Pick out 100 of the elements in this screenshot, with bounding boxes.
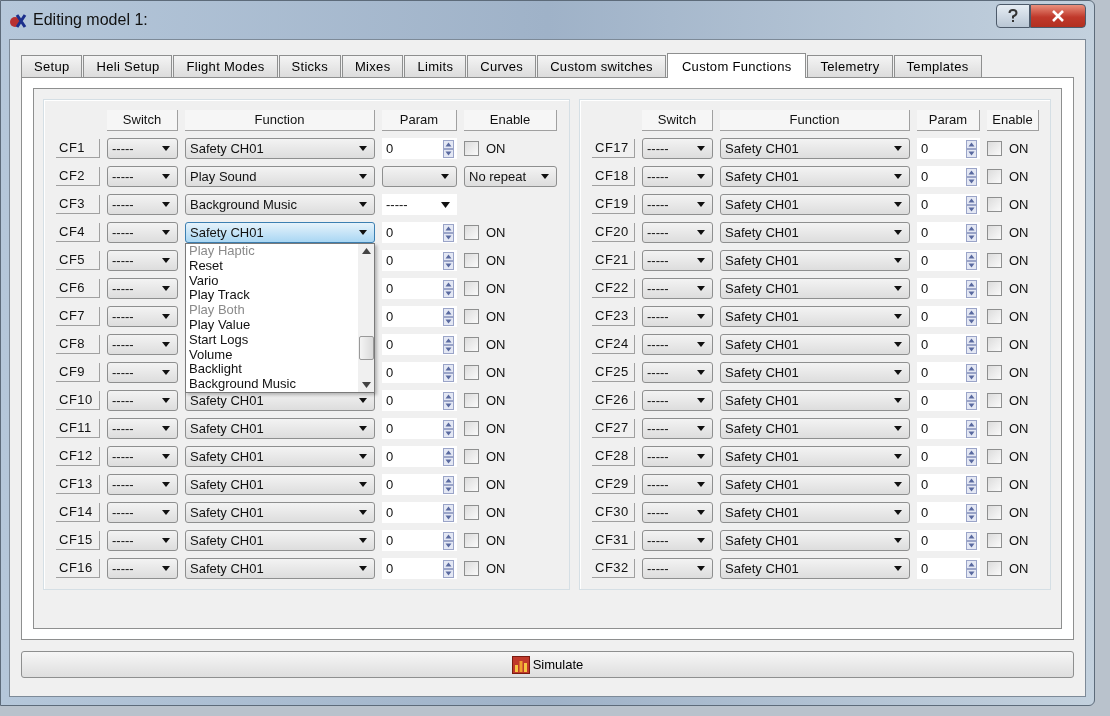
param-spinbox[interactable]: 0 — [917, 390, 980, 411]
scroll-down-icon[interactable] — [361, 381, 371, 388]
switch-dropdown[interactable]: ----- — [642, 306, 713, 327]
dropdown-option[interactable]: Play Value — [189, 318, 355, 333]
scrollbar-thumb[interactable] — [358, 336, 374, 360]
switch-dropdown[interactable]: ----- — [642, 250, 713, 271]
enable-checkbox[interactable] — [987, 197, 1002, 212]
spin-arrows-icon[interactable] — [443, 419, 454, 438]
function-dropdown[interactable]: Safety CH01 — [720, 446, 910, 467]
spin-arrows-icon[interactable] — [443, 503, 454, 522]
tab[interactable]: Mixes — [342, 55, 404, 77]
tab[interactable]: Heli Setup — [83, 55, 173, 77]
spin-arrows-icon[interactable] — [443, 335, 454, 354]
param-spinbox[interactable]: 0 — [382, 222, 457, 243]
spin-arrows-icon[interactable] — [443, 531, 454, 550]
enable-checkbox[interactable] — [464, 505, 479, 520]
help-button[interactable] — [996, 4, 1030, 28]
switch-dropdown[interactable]: ----- — [107, 166, 178, 187]
enable-checkbox[interactable] — [987, 393, 1002, 408]
switch-dropdown[interactable]: ----- — [107, 418, 178, 439]
tab[interactable]: Sticks — [278, 55, 341, 77]
param-spinbox[interactable]: 0 — [917, 278, 980, 299]
spin-arrows-icon[interactable] — [966, 503, 977, 522]
param-spinbox[interactable]: 0 — [917, 250, 980, 271]
param-spinbox[interactable]: 0 — [382, 138, 457, 159]
param-dropdown[interactable] — [382, 166, 457, 187]
tab[interactable]: Setup — [21, 55, 83, 77]
param-spinbox[interactable]: 0 — [917, 138, 980, 159]
spin-arrows-icon[interactable] — [443, 475, 454, 494]
spin-arrows-icon[interactable] — [966, 419, 977, 438]
param-spinbox[interactable]: 0 — [382, 474, 457, 495]
param-spinbox[interactable]: 0 — [917, 558, 980, 579]
function-dropdown[interactable]: Safety CH01 — [720, 390, 910, 411]
param-spinbox[interactable]: 0 — [917, 530, 980, 551]
dropdown-option[interactable]: Play Track — [189, 288, 355, 304]
function-dropdown[interactable]: Safety CH01 — [185, 474, 375, 495]
switch-dropdown[interactable]: ----- — [642, 558, 713, 579]
tab[interactable]: Templates — [893, 55, 982, 77]
spin-arrows-icon[interactable] — [443, 447, 454, 466]
function-dropdown[interactable]: Safety CH01 — [185, 222, 375, 243]
spin-arrows-icon[interactable] — [443, 307, 454, 326]
enable-checkbox[interactable] — [464, 281, 479, 296]
param-spinbox[interactable]: 0 — [917, 446, 980, 467]
function-dropdown[interactable]: Safety CH01 — [720, 166, 910, 187]
param-spinbox[interactable]: 0 — [917, 222, 980, 243]
switch-dropdown[interactable]: ----- — [107, 502, 178, 523]
switch-dropdown[interactable]: ----- — [107, 558, 178, 579]
switch-dropdown[interactable]: ----- — [107, 138, 178, 159]
switch-dropdown[interactable]: ----- — [107, 334, 178, 355]
enable-checkbox[interactable] — [987, 309, 1002, 324]
function-dropdown[interactable]: Safety CH01 — [720, 502, 910, 523]
tab[interactable]: Limits — [404, 55, 467, 77]
dropdown-option[interactable]: Background Music — [189, 377, 355, 392]
enable-checkbox[interactable] — [464, 253, 479, 268]
enable-checkbox[interactable] — [987, 281, 1002, 296]
function-dropdown[interactable]: Safety CH01 — [720, 558, 910, 579]
switch-dropdown[interactable]: ----- — [642, 502, 713, 523]
function-dropdown[interactable]: Safety CH01 — [720, 250, 910, 271]
spin-arrows-icon[interactable] — [966, 475, 977, 494]
function-dropdown[interactable]: Safety CH01 — [720, 306, 910, 327]
enable-checkbox[interactable] — [987, 561, 1002, 576]
spin-arrows-icon[interactable] — [443, 223, 454, 242]
dropdown-option[interactable]: Volume — [189, 347, 355, 363]
function-dropdown[interactable]: Safety CH01 — [185, 530, 375, 551]
switch-dropdown[interactable]: ----- — [107, 362, 178, 383]
spin-arrows-icon[interactable] — [966, 447, 977, 466]
enable-checkbox[interactable] — [464, 421, 479, 436]
function-dropdown[interactable]: Safety CH01 — [720, 278, 910, 299]
switch-dropdown[interactable]: ----- — [642, 390, 713, 411]
param-spinbox[interactable]: 0 — [917, 418, 980, 439]
dropdown-option[interactable]: Reset — [189, 258, 355, 274]
param-spinbox[interactable]: 0 — [917, 306, 980, 327]
spin-arrows-icon[interactable] — [966, 307, 977, 326]
switch-dropdown[interactable]: ----- — [642, 166, 713, 187]
spin-arrows-icon[interactable] — [443, 279, 454, 298]
enable-checkbox[interactable] — [987, 505, 1002, 520]
switch-dropdown[interactable]: ----- — [107, 250, 178, 271]
switch-dropdown[interactable]: ----- — [107, 278, 178, 299]
switch-dropdown[interactable]: ----- — [642, 138, 713, 159]
tab[interactable]: Telemetry — [807, 55, 893, 77]
enable-checkbox[interactable] — [464, 309, 479, 324]
switch-dropdown[interactable]: ----- — [642, 222, 713, 243]
function-dropdown[interactable]: Safety CH01 — [185, 502, 375, 523]
enable-checkbox[interactable] — [464, 141, 479, 156]
switch-dropdown[interactable]: ----- — [642, 194, 713, 215]
param-spinbox[interactable]: 0 — [917, 502, 980, 523]
function-dropdown[interactable]: Safety CH01 — [720, 222, 910, 243]
enable-checkbox[interactable] — [987, 169, 1002, 184]
param-spinbox[interactable]: 0 — [917, 194, 980, 215]
switch-dropdown[interactable]: ----- — [642, 446, 713, 467]
switch-dropdown[interactable]: ----- — [107, 474, 178, 495]
function-dropdown[interactable]: Background Music — [185, 194, 375, 215]
enable-checkbox[interactable] — [464, 477, 479, 492]
spin-arrows-icon[interactable] — [966, 223, 977, 242]
function-dropdown[interactable]: Safety CH01 — [720, 334, 910, 355]
switch-dropdown[interactable]: ----- — [642, 278, 713, 299]
spin-arrows-icon[interactable] — [443, 139, 454, 158]
function-dropdown[interactable]: Safety CH01 — [185, 418, 375, 439]
spin-arrows-icon[interactable] — [966, 251, 977, 270]
scrollbar[interactable] — [358, 244, 374, 392]
